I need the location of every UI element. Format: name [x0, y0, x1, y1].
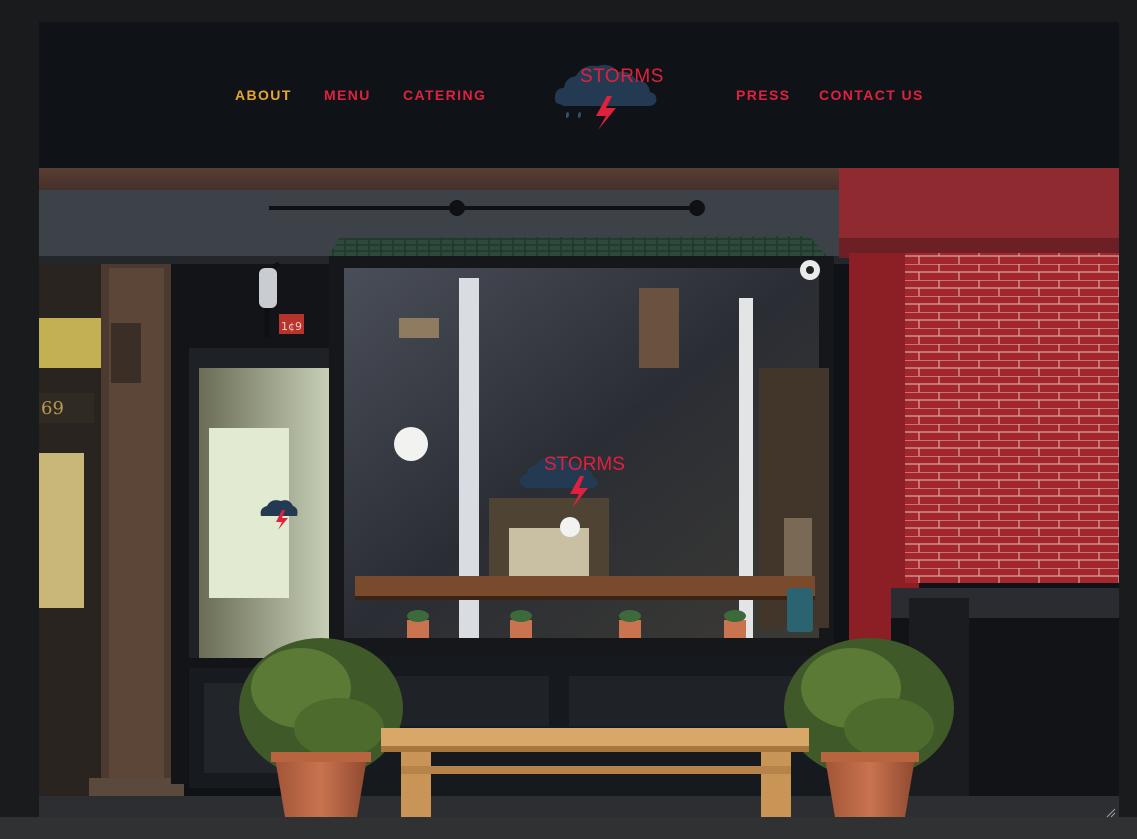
logo-text: STORMS — [580, 66, 664, 87]
nav-menu-link[interactable]: MENU — [324, 87, 371, 103]
nav-press-link[interactable]: PRESS — [736, 87, 790, 103]
site-frame: ABOUT MENU CATERING STORMS PRESS CONTACT… — [39, 22, 1119, 817]
street-number: 69 — [41, 398, 64, 419]
door-sign: 1¢9 — [281, 320, 302, 333]
nav-about-link[interactable]: ABOUT — [235, 87, 292, 103]
nav-catering-link[interactable]: CATERING — [403, 87, 486, 103]
resize-grip-icon[interactable] — [1104, 806, 1116, 818]
site-header: ABOUT MENU CATERING STORMS PRESS CONTACT… — [39, 22, 1119, 168]
bottom-bar — [0, 817, 1137, 839]
window-logo-text: STORMS — [544, 454, 625, 475]
storefront-photo: 69 1¢9 STORMS — [39, 168, 1119, 817]
nav-contact-link[interactable]: CONTACT US — [819, 87, 924, 103]
storms-logo[interactable]: STORMS — [552, 58, 672, 136]
